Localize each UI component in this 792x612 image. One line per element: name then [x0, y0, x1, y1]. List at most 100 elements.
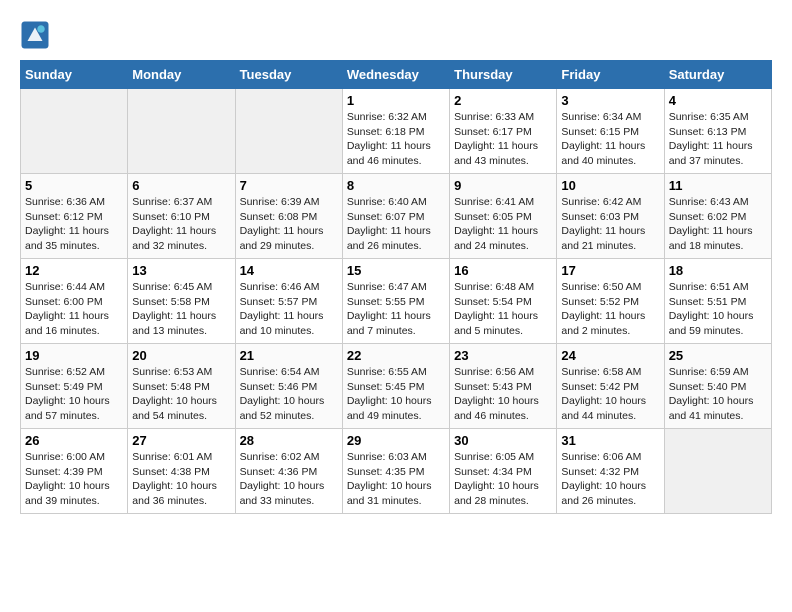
weekday-header-thursday: Thursday	[450, 61, 557, 89]
calendar-cell: 30Sunrise: 6:05 AM Sunset: 4:34 PM Dayli…	[450, 429, 557, 514]
day-info: Sunrise: 6:35 AM Sunset: 6:13 PM Dayligh…	[669, 110, 767, 169]
day-info: Sunrise: 6:46 AM Sunset: 5:57 PM Dayligh…	[240, 280, 338, 339]
day-info: Sunrise: 6:39 AM Sunset: 6:08 PM Dayligh…	[240, 195, 338, 254]
calendar-cell	[664, 429, 771, 514]
day-info: Sunrise: 6:32 AM Sunset: 6:18 PM Dayligh…	[347, 110, 445, 169]
calendar-cell: 16Sunrise: 6:48 AM Sunset: 5:54 PM Dayli…	[450, 259, 557, 344]
calendar-cell: 1 Sunrise: 6:32 AM Sunset: 6:18 PM Daylig…	[342, 89, 449, 174]
day-number: 15	[347, 263, 445, 278]
calendar-cell: 11 Sunrise: 6:43 AM Sunset: 6:02 PM Dayli…	[664, 174, 771, 259]
day-number: 14	[240, 263, 338, 278]
day-number: 28	[240, 433, 338, 448]
weekday-header-monday: Monday	[128, 61, 235, 89]
week-row-5: 26 Sunrise: 6:00 AM Sunset: 4:39 PM Dayli…	[21, 429, 772, 514]
calendar-cell: 13Sunrise: 6:45 AM Sunset: 5:58 PM Dayli…	[128, 259, 235, 344]
day-info: Sunrise: 6:02 AM Sunset: 4:36 PM Dayligh…	[240, 450, 338, 509]
day-number: 6	[132, 178, 230, 193]
calendar-cell: 19 Sunrise: 6:52 AM Sunset: 5:49 PM Dayli…	[21, 344, 128, 429]
day-number: 16	[454, 263, 552, 278]
day-info: Sunrise: 6:37 AM Sunset: 6:10 PM Dayligh…	[132, 195, 230, 254]
day-number: 10	[561, 178, 659, 193]
calendar-cell: 10 Sunrise: 6:42 AM Sunset: 6:03 PM Dayli…	[557, 174, 664, 259]
calendar-cell: 24Sunrise: 6:58 AM Sunset: 5:42 PM Dayli…	[557, 344, 664, 429]
calendar-cell	[235, 89, 342, 174]
day-number: 27	[132, 433, 230, 448]
week-row-2: 5Sunrise: 6:36 AM Sunset: 6:12 PM Daylig…	[21, 174, 772, 259]
calendar-cell: 7 Sunrise: 6:39 AM Sunset: 6:08 PM Daylig…	[235, 174, 342, 259]
calendar-cell	[21, 89, 128, 174]
calendar-cell: 27 Sunrise: 6:01 AM Sunset: 4:38 PM Dayli…	[128, 429, 235, 514]
day-number: 5	[25, 178, 123, 193]
day-info: Sunrise: 6:56 AM Sunset: 5:43 PM Dayligh…	[454, 365, 552, 424]
day-number: 23	[454, 348, 552, 363]
day-info: Sunrise: 6:43 AM Sunset: 6:02 PM Dayligh…	[669, 195, 767, 254]
day-number: 1	[347, 93, 445, 108]
calendar-cell: 8Sunrise: 6:40 AM Sunset: 6:07 PM Daylig…	[342, 174, 449, 259]
day-number: 7	[240, 178, 338, 193]
day-info: Sunrise: 6:06 AM Sunset: 4:32 PM Dayligh…	[561, 450, 659, 509]
calendar-cell: 22 Sunrise: 6:55 AM Sunset: 5:45 PM Dayli…	[342, 344, 449, 429]
weekday-header-tuesday: Tuesday	[235, 61, 342, 89]
weekday-header-friday: Friday	[557, 61, 664, 89]
calendar-cell: 26 Sunrise: 6:00 AM Sunset: 4:39 PM Dayli…	[21, 429, 128, 514]
day-info: Sunrise: 6:50 AM Sunset: 5:52 PM Dayligh…	[561, 280, 659, 339]
day-number: 26	[25, 433, 123, 448]
calendar-cell: 23 Sunrise: 6:56 AM Sunset: 5:43 PM Dayli…	[450, 344, 557, 429]
week-row-1: 1 Sunrise: 6:32 AM Sunset: 6:18 PM Daylig…	[21, 89, 772, 174]
day-info: Sunrise: 6:52 AM Sunset: 5:49 PM Dayligh…	[25, 365, 123, 424]
day-info: Sunrise: 6:41 AM Sunset: 6:05 PM Dayligh…	[454, 195, 552, 254]
day-number: 20	[132, 348, 230, 363]
day-number: 8	[347, 178, 445, 193]
day-number: 2	[454, 93, 552, 108]
day-number: 30	[454, 433, 552, 448]
day-info: Sunrise: 6:03 AM Sunset: 4:35 PM Dayligh…	[347, 450, 445, 509]
day-info: Sunrise: 6:00 AM Sunset: 4:39 PM Dayligh…	[25, 450, 123, 509]
day-number: 19	[25, 348, 123, 363]
day-number: 4	[669, 93, 767, 108]
day-info: Sunrise: 6:51 AM Sunset: 5:51 PM Dayligh…	[669, 280, 767, 339]
weekday-header-saturday: Saturday	[664, 61, 771, 89]
calendar-cell: 29 Sunrise: 6:03 AM Sunset: 4:35 PM Dayli…	[342, 429, 449, 514]
day-info: Sunrise: 6:54 AM Sunset: 5:46 PM Dayligh…	[240, 365, 338, 424]
calendar-cell	[128, 89, 235, 174]
week-row-4: 19 Sunrise: 6:52 AM Sunset: 5:49 PM Dayli…	[21, 344, 772, 429]
calendar-cell: 4 Sunrise: 6:35 AM Sunset: 6:13 PM Daylig…	[664, 89, 771, 174]
calendar-cell: 3 Sunrise: 6:34 AM Sunset: 6:15 PM Daylig…	[557, 89, 664, 174]
day-info: Sunrise: 6:45 AM Sunset: 5:58 PM Dayligh…	[132, 280, 230, 339]
day-number: 3	[561, 93, 659, 108]
calendar-cell: 9 Sunrise: 6:41 AM Sunset: 6:05 PM Daylig…	[450, 174, 557, 259]
calendar-cell: 12Sunrise: 6:44 AM Sunset: 6:00 PM Dayli…	[21, 259, 128, 344]
calendar-cell: 6 Sunrise: 6:37 AM Sunset: 6:10 PM Daylig…	[128, 174, 235, 259]
day-number: 12	[25, 263, 123, 278]
day-number: 9	[454, 178, 552, 193]
calendar-cell: 14 Sunrise: 6:46 AM Sunset: 5:57 PM Dayli…	[235, 259, 342, 344]
day-number: 18	[669, 263, 767, 278]
day-info: Sunrise: 6:53 AM Sunset: 5:48 PM Dayligh…	[132, 365, 230, 424]
day-info: Sunrise: 6:55 AM Sunset: 5:45 PM Dayligh…	[347, 365, 445, 424]
calendar-cell: 21 Sunrise: 6:54 AM Sunset: 5:46 PM Dayli…	[235, 344, 342, 429]
logo	[20, 20, 54, 50]
weekday-header-row: SundayMondayTuesdayWednesdayThursdayFrid…	[21, 61, 772, 89]
calendar-cell: 17 Sunrise: 6:50 AM Sunset: 5:52 PM Dayli…	[557, 259, 664, 344]
calendar-table: SundayMondayTuesdayWednesdayThursdayFrid…	[20, 60, 772, 514]
day-number: 11	[669, 178, 767, 193]
day-info: Sunrise: 6:42 AM Sunset: 6:03 PM Dayligh…	[561, 195, 659, 254]
day-number: 21	[240, 348, 338, 363]
calendar-cell: 2Sunrise: 6:33 AM Sunset: 6:17 PM Daylig…	[450, 89, 557, 174]
calendar-cell: 31 Sunrise: 6:06 AM Sunset: 4:32 PM Dayli…	[557, 429, 664, 514]
page-header	[20, 20, 772, 50]
day-number: 22	[347, 348, 445, 363]
day-info: Sunrise: 6:01 AM Sunset: 4:38 PM Dayligh…	[132, 450, 230, 509]
day-number: 31	[561, 433, 659, 448]
day-number: 17	[561, 263, 659, 278]
day-number: 29	[347, 433, 445, 448]
week-row-3: 12Sunrise: 6:44 AM Sunset: 6:00 PM Dayli…	[21, 259, 772, 344]
calendar-cell: 25Sunrise: 6:59 AM Sunset: 5:40 PM Dayli…	[664, 344, 771, 429]
calendar-cell: 15 Sunrise: 6:47 AM Sunset: 5:55 PM Dayli…	[342, 259, 449, 344]
calendar-cell: 28 Sunrise: 6:02 AM Sunset: 4:36 PM Dayli…	[235, 429, 342, 514]
day-info: Sunrise: 6:34 AM Sunset: 6:15 PM Dayligh…	[561, 110, 659, 169]
day-number: 25	[669, 348, 767, 363]
calendar-cell: 20 Sunrise: 6:53 AM Sunset: 5:48 PM Dayli…	[128, 344, 235, 429]
logo-icon	[20, 20, 50, 50]
day-info: Sunrise: 6:47 AM Sunset: 5:55 PM Dayligh…	[347, 280, 445, 339]
